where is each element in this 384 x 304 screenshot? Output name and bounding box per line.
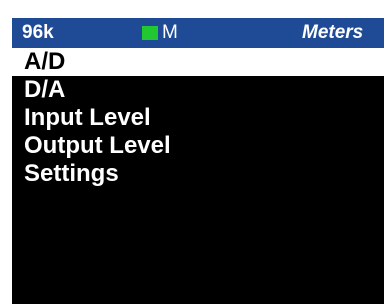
device-frame: 96k M Meters A/D D/A Input Level Output … [0,0,384,304]
lcd-screen: 96k M Meters A/D D/A Input Level Output … [12,18,384,304]
lock-indicator-icon [142,26,158,40]
mode-label: M [162,22,178,43]
menu-item-ad[interactable]: A/D [12,48,384,76]
menu-item-input-level[interactable]: Input Level [12,104,384,132]
menu-item-da[interactable]: D/A [12,76,384,104]
main-menu: A/D D/A Input Level Output Level Setting… [12,48,384,188]
menu-item-output-level[interactable]: Output Level [12,132,384,160]
sample-rate-label: 96k [22,22,54,43]
menu-item-settings[interactable]: Settings [12,160,384,188]
screen-title: Meters [302,22,364,43]
status-bar: 96k M Meters [12,18,384,48]
